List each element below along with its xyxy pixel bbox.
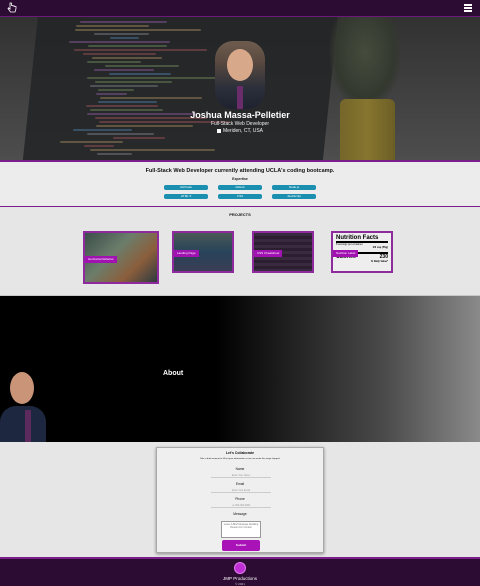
skill-pill: CSS bbox=[218, 194, 262, 199]
footer-copyright: © 2021 bbox=[235, 582, 245, 586]
about-section: About bbox=[0, 296, 480, 442]
project-label: Nutrition Label bbox=[333, 250, 359, 257]
email-label: Email bbox=[235, 482, 245, 486]
project-card-css-cheatsheet[interactable]: CSS Cheatsheet bbox=[252, 231, 314, 273]
hero-section: Joshua Massa-Pelletier Full-Stack Web De… bbox=[0, 17, 480, 160]
nutrition-daily-value: % Daily Value* bbox=[370, 260, 388, 263]
footer-brand: JMP Productions bbox=[223, 576, 257, 581]
nutrition-serving-size: 2/3 cup (55g) bbox=[372, 246, 388, 249]
skill-pill: HTML 5 bbox=[164, 194, 208, 199]
skill-pill: Node.js bbox=[272, 185, 316, 190]
nutrition-title: Nutrition Facts bbox=[336, 235, 388, 243]
project-card-horizontal-refactor[interactable]: Horizontal Refactor bbox=[83, 231, 159, 284]
submit-button[interactable]: Submit bbox=[222, 540, 260, 551]
name-label: Name bbox=[235, 467, 245, 471]
skill-pill: JavaScript bbox=[272, 194, 316, 199]
project-card-landing-page[interactable]: Landing Page bbox=[172, 231, 234, 273]
expertise-heading: Expertise bbox=[232, 177, 248, 181]
projects-title: PROJECTS bbox=[229, 212, 251, 217]
profile-photo bbox=[215, 41, 265, 109]
skills-tagline: Full-Stack Web Developer currently atten… bbox=[145, 168, 335, 174]
contact-form: Let's Collaborate Take a brief moment to… bbox=[156, 447, 324, 553]
skill-pill: GitHub bbox=[218, 185, 262, 190]
about-title: About bbox=[163, 370, 184, 377]
message-field[interactable]: Leave A Brief Message Detailing Reason F… bbox=[221, 521, 261, 538]
footer: JMP Productions © 2021 bbox=[0, 557, 480, 586]
contact-section: Let's Collaborate Take a brief moment to… bbox=[0, 442, 480, 557]
brand-logo-icon[interactable] bbox=[234, 562, 246, 574]
project-card-nutrition-label[interactable]: Nutrition Facts 8 servings per container… bbox=[331, 231, 393, 273]
project-label: CSS Cheatsheet bbox=[254, 250, 283, 257]
name-field[interactable]: Enter Your Name bbox=[211, 473, 271, 478]
phone-label: Phone bbox=[235, 497, 245, 501]
project-label: Landing Page bbox=[174, 250, 199, 257]
skills-section: Full-Stack Web Developer currently atten… bbox=[0, 160, 480, 207]
skill-pill: Git/Code bbox=[164, 185, 208, 190]
phone-field[interactable]: +1 000-000-0000 bbox=[211, 503, 271, 508]
project-label: Horizontal Refactor bbox=[85, 256, 117, 263]
location-icon bbox=[216, 128, 221, 133]
projects-section: PROJECTS Horizontal Refactor Landing Pag… bbox=[0, 207, 480, 296]
hero-location-text: Meriden, CT, USA bbox=[222, 128, 263, 134]
hero-name: Joshua Massa-Pelletier bbox=[190, 110, 290, 120]
hero-role: Full-Stack Web Developer bbox=[211, 121, 269, 127]
about-photo bbox=[0, 370, 46, 442]
contact-title: Let's Collaborate bbox=[225, 451, 255, 455]
contact-subtitle: Take a brief moment to fill out your inf… bbox=[199, 458, 281, 460]
message-label: Message bbox=[233, 512, 247, 516]
top-navbar bbox=[0, 0, 480, 17]
hamburger-menu-icon[interactable] bbox=[464, 4, 472, 12]
hand-cursor-icon[interactable] bbox=[6, 2, 18, 14]
email-field[interactable]: Enter Your Email bbox=[211, 488, 271, 493]
hero-location: Meriden, CT, USA bbox=[0, 128, 480, 134]
